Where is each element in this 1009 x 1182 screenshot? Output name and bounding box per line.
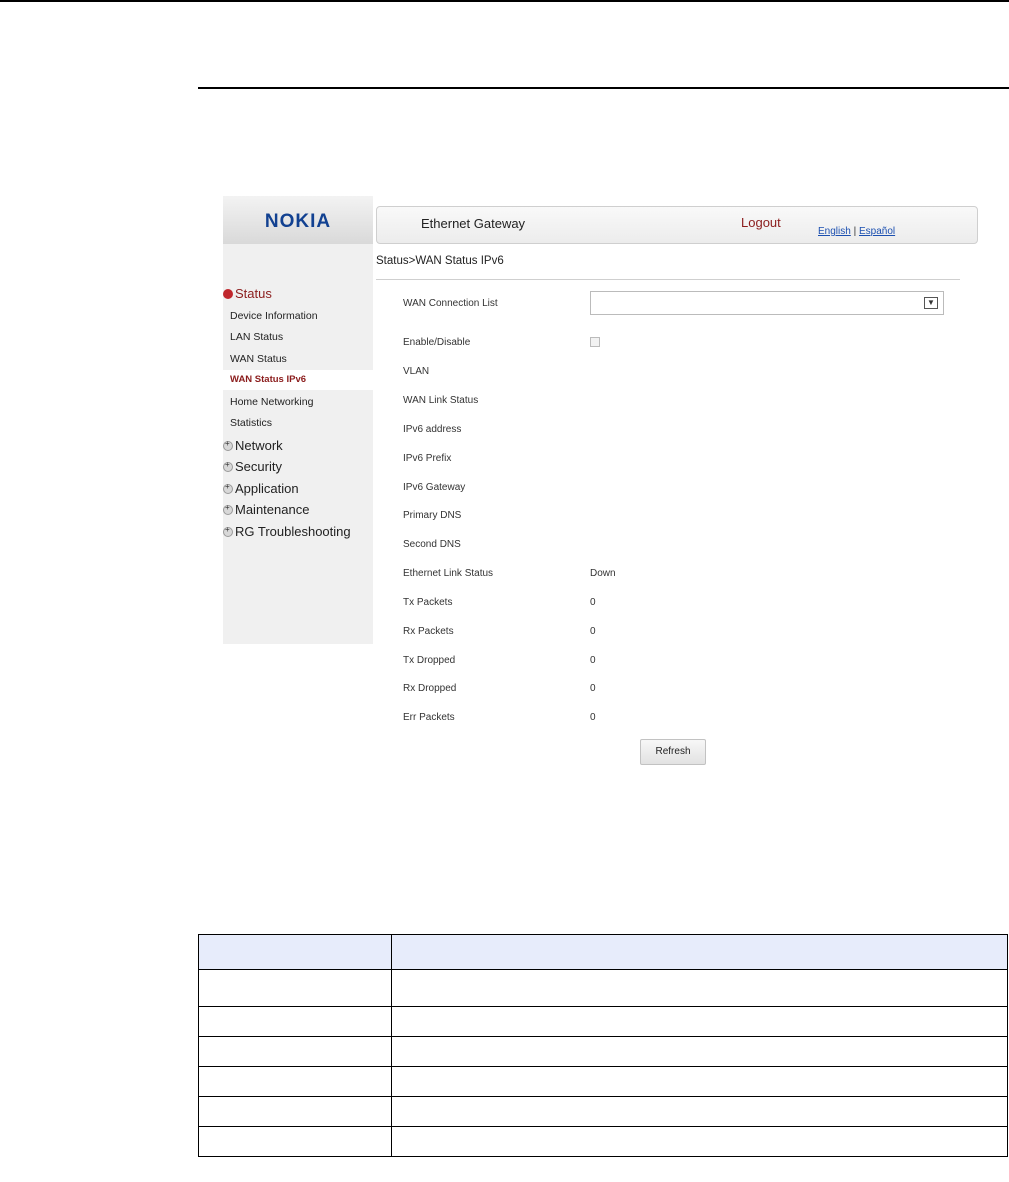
parameter-table <box>198 934 1008 1157</box>
lang-separator: | <box>853 226 857 237</box>
sidebar-item-device-information[interactable]: Device Information <box>230 310 318 322</box>
sidebar: Status Device Information LAN Status WAN… <box>223 244 373 644</box>
header-title: Ethernet Gateway <box>421 216 526 231</box>
sidebar-group-security[interactable]: Security <box>223 459 282 474</box>
table-cell <box>391 1066 1008 1097</box>
sidebar-group-rg-troubleshooting[interactable]: RG Troubleshooting <box>223 524 351 539</box>
table-cell <box>391 1036 1008 1067</box>
table-cell <box>391 1096 1008 1127</box>
table-header-row <box>198 934 1008 970</box>
sidebar-group-status[interactable]: Status <box>223 286 272 301</box>
sidebar-item-home-networking[interactable]: Home Networking <box>230 396 313 408</box>
sidebar-item-statistics[interactable]: Statistics <box>230 417 272 429</box>
language-switcher: English | Español <box>818 226 895 237</box>
table-row <box>198 1006 1008 1037</box>
sidebar-group-maintenance[interactable]: Maintenance <box>223 502 309 517</box>
table-row <box>198 969 1008 1007</box>
section-rule <box>198 87 1009 89</box>
table-cell <box>391 1126 1008 1157</box>
collapse-icon <box>223 288 233 299</box>
logo-box: NOKIA <box>223 196 373 244</box>
breadcrumb: Status>WAN Status IPv6 <box>376 255 504 267</box>
table-cell <box>391 969 1008 1007</box>
top-header: Ethernet Gateway Logout English | Españo… <box>376 206 978 244</box>
table-header-cell <box>391 934 1008 970</box>
table-row <box>198 1066 1008 1097</box>
top-rule <box>0 0 1009 2</box>
table-row <box>198 1036 1008 1067</box>
sidebar-item-lan-status[interactable]: LAN Status <box>230 331 283 343</box>
chevron-down-icon: ▼ <box>924 297 938 309</box>
wan-connection-select[interactable]: ▼ <box>590 291 944 315</box>
logout-link[interactable]: Logout <box>741 215 781 230</box>
gateway-ui-screenshot: NOKIA Ethernet Gateway Logout English | … <box>223 196 983 776</box>
sidebar-group-network[interactable]: Network <box>223 438 283 453</box>
table-row <box>198 1126 1008 1157</box>
expand-icon <box>223 525 233 537</box>
breadcrumb-divider <box>376 279 960 280</box>
espanol-link[interactable]: Español <box>859 226 895 237</box>
table-cell <box>198 1006 392 1037</box>
expand-icon <box>223 439 233 451</box>
sidebar-item-wan-status[interactable]: WAN Status <box>230 353 287 365</box>
table-cell <box>198 1126 392 1157</box>
table-cell <box>198 1036 392 1067</box>
table-row <box>198 1096 1008 1127</box>
table-header-cell <box>198 934 392 970</box>
sidebar-group-application[interactable]: Application <box>223 481 299 496</box>
sidebar-item-wan-status-ipv6[interactable]: WAN Status IPv6 <box>223 370 373 390</box>
table-cell <box>198 969 392 1007</box>
nokia-logo: NOKIA <box>264 211 332 232</box>
expand-icon <box>223 482 233 494</box>
refresh-button[interactable]: Refresh <box>640 739 706 765</box>
table-cell <box>391 1006 1008 1037</box>
table-cell <box>198 1096 392 1127</box>
english-link[interactable]: English <box>818 226 851 237</box>
enable-checkbox[interactable] <box>590 337 600 347</box>
expand-icon <box>223 460 233 472</box>
table-cell <box>198 1066 392 1097</box>
expand-icon <box>223 503 233 515</box>
